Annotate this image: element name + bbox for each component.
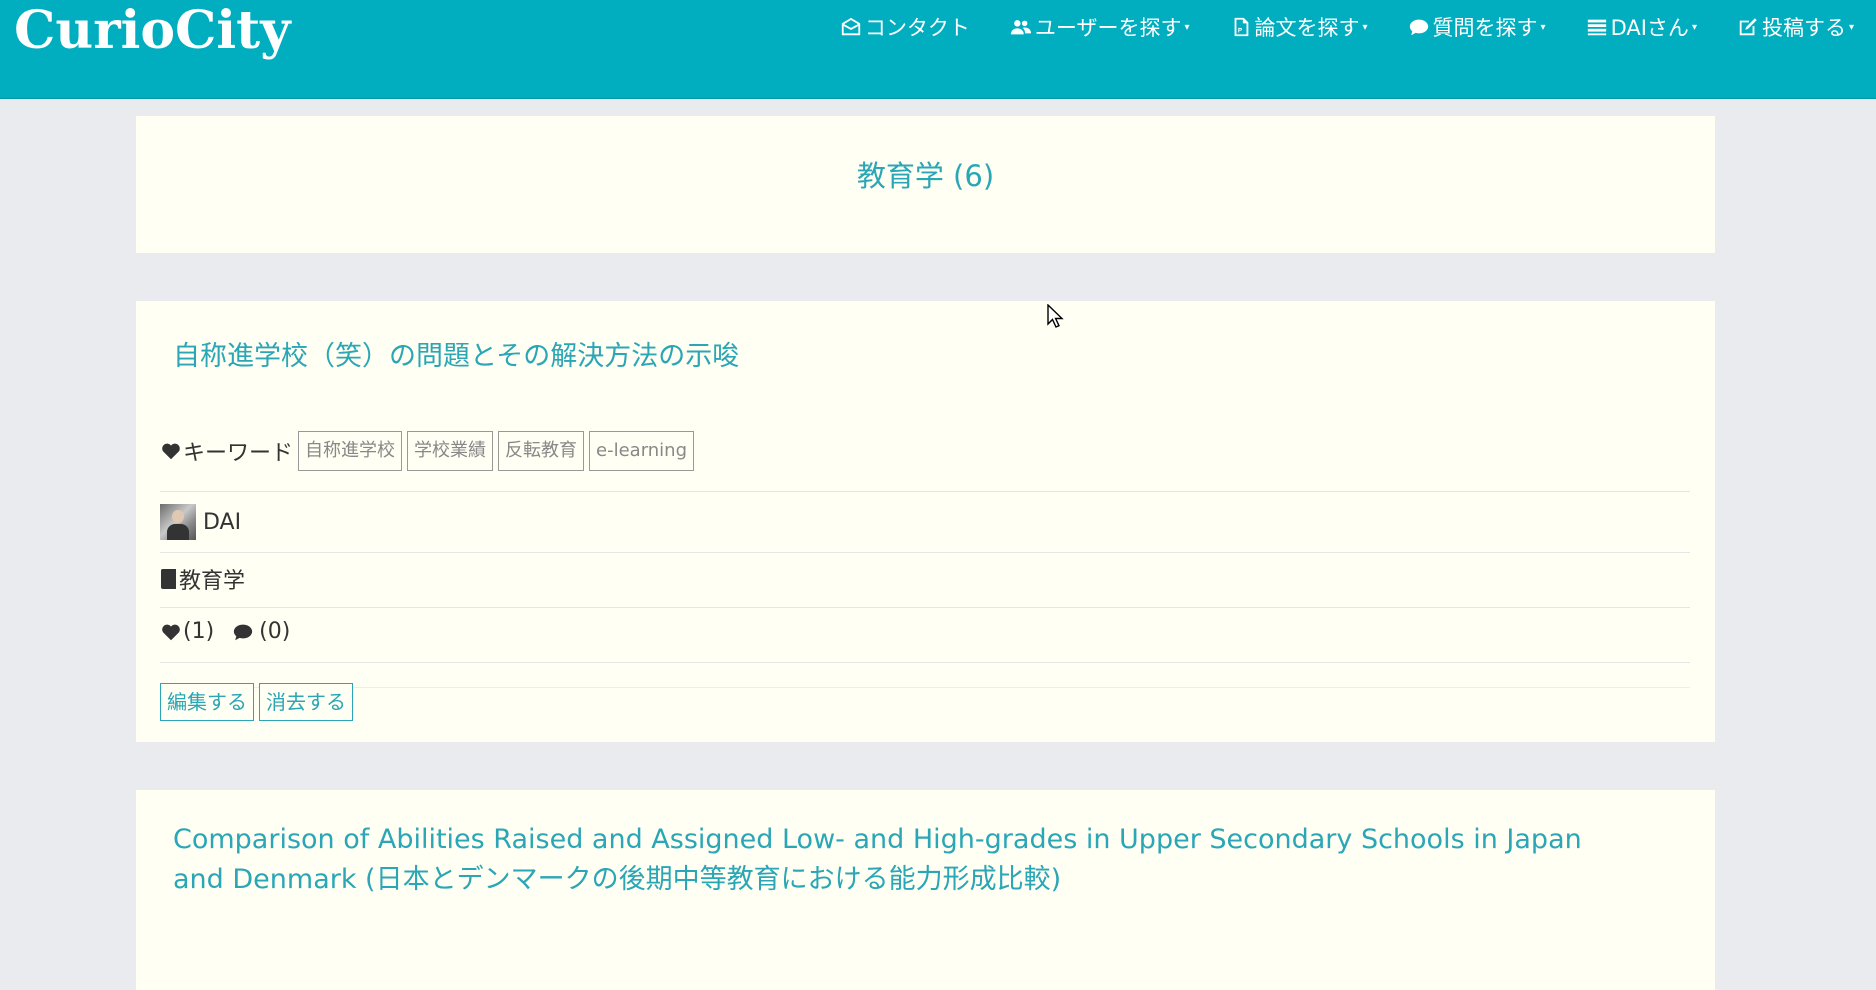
divider <box>160 491 1690 492</box>
chevron-down-icon: ▾ <box>1848 21 1854 33</box>
mouse-cursor-icon <box>1047 304 1064 328</box>
keywords-row: キーワード 自称進学校 学校業績 反転教育 e-learning <box>160 431 1690 471</box>
comments-icon <box>1409 19 1428 36</box>
delete-button[interactable]: 消去する <box>259 683 353 721</box>
keyword-tag[interactable]: e-learning <box>589 431 695 471</box>
paper-title-link[interactable]: Comparison of Abilities Raised and Assig… <box>173 820 1595 900</box>
category-title[interactable]: 教育学 (6) <box>136 153 1715 195</box>
heart-icon <box>162 624 180 640</box>
paper-title-link[interactable]: 自称進学校（笑）の問題とその解決方法の示唆 <box>173 337 739 377</box>
keyword-tag[interactable]: 反転教育 <box>498 431 585 471</box>
avatar[interactable] <box>160 504 196 540</box>
nav-item-find-users[interactable]: ユーザーを探す ▾ <box>1010 12 1190 42</box>
edit-icon <box>1739 18 1757 36</box>
comment-stat[interactable]: (0) <box>232 619 290 644</box>
envelope-open-icon <box>841 17 861 36</box>
nav-item-post[interactable]: 投稿する ▾ <box>1737 12 1854 42</box>
nav-menu: コンタクト ユーザーを探す ▾ 論文を探す ▾ 質問を探す ▾ DAIさん ▾ … <box>840 12 1854 42</box>
paper-card: Comparison of Abilities Raised and Assig… <box>136 790 1715 990</box>
paper-card: 自称進学校（笑）の問題とその解決方法の示唆 キーワード 自称進学校 学校業績 反… <box>136 301 1715 742</box>
top-navbar: CurioCity コンタクト ユーザーを探す ▾ 論文を探す ▾ 質問を探す … <box>0 0 1876 99</box>
chevron-down-icon: ▾ <box>1362 21 1368 33</box>
divider <box>160 662 1690 663</box>
nav-item-find-papers[interactable]: 論文を探す ▾ <box>1230 12 1368 42</box>
keywords-label: キーワード <box>183 441 294 466</box>
comment-icon <box>234 624 253 640</box>
author-name[interactable]: DAI <box>203 510 241 535</box>
nav-item-contact[interactable]: コンタクト <box>840 12 970 42</box>
category-header-card: 教育学 (6) <box>136 116 1715 253</box>
nav-item-contact-label: コンタクト <box>864 16 970 40</box>
chevron-down-icon: ▾ <box>1540 21 1546 33</box>
file-pdf-icon <box>1234 17 1248 37</box>
field-label: 教育学 <box>179 569 246 594</box>
like-stat[interactable]: (1) <box>160 619 214 644</box>
stats-row: (1) (0) <box>160 619 1690 644</box>
users-icon <box>1010 20 1031 35</box>
brand-logo[interactable]: CurioCity <box>14 0 290 62</box>
list-icon <box>1587 19 1606 36</box>
divider <box>160 607 1690 608</box>
nav-item-user-menu[interactable]: DAIさん ▾ <box>1586 12 1697 42</box>
chevron-down-icon: ▾ <box>1184 21 1190 33</box>
chevron-down-icon: ▾ <box>1691 21 1697 33</box>
nav-item-find-users-label: ユーザーを探す <box>1034 16 1182 40</box>
like-count: (1) <box>183 619 215 644</box>
field-row: 教育学 <box>160 563 1690 595</box>
keyword-tag[interactable]: 自称進学校 <box>298 431 403 471</box>
keyword-tag[interactable]: 学校業績 <box>407 431 494 471</box>
nav-item-user-menu-label: DAIさん <box>1610 16 1689 40</box>
heart-icon <box>162 443 180 460</box>
edit-button[interactable]: 編集する <box>160 683 254 721</box>
nav-item-find-questions[interactable]: 質問を探す ▾ <box>1408 12 1546 42</box>
nav-item-find-questions-label: 質問を探す <box>1432 16 1538 40</box>
nav-item-post-label: 投稿する <box>1761 16 1846 40</box>
nav-item-find-papers-label: 論文を探す <box>1254 16 1360 40</box>
divider <box>160 552 1690 553</box>
comment-count: (0) <box>259 619 291 644</box>
action-buttons: 編集する 消去する <box>160 683 1690 721</box>
author-row[interactable]: DAI <box>160 504 1690 540</box>
book-icon <box>160 569 176 589</box>
